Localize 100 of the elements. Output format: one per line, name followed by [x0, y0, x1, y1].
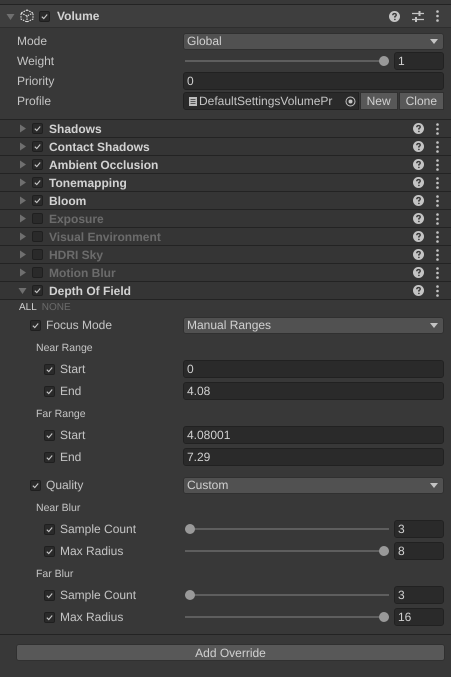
more-icon[interactable] — [436, 176, 439, 188]
field-label: Sample Count — [60, 588, 136, 602]
asset-icon — [189, 96, 197, 106]
override-title: Shadows — [49, 122, 102, 136]
checkbox[interactable] — [39, 10, 50, 22]
more-icon[interactable] — [436, 122, 439, 134]
help-icon[interactable] — [413, 195, 424, 206]
help-icon[interactable] — [413, 141, 424, 152]
property-label: Mode — [17, 34, 48, 48]
number-field[interactable]: 3 — [394, 520, 444, 538]
slider-thumb[interactable] — [185, 590, 195, 600]
field-label: Quality — [46, 478, 84, 492]
help-icon[interactable] — [413, 159, 424, 170]
number-field[interactable]: 7.29 — [183, 448, 444, 466]
number-field[interactable]: 1 — [394, 52, 444, 70]
object-picker-icon[interactable] — [344, 96, 356, 106]
checkbox[interactable] — [44, 452, 55, 462]
override-title: Contact Shadows — [49, 140, 150, 154]
help-icon[interactable] — [413, 123, 424, 134]
checkbox[interactable] — [32, 159, 43, 170]
component-header[interactable]: Volume — [0, 5, 451, 28]
more-icon[interactable] — [436, 284, 439, 296]
checkbox[interactable] — [32, 177, 43, 188]
profile-button[interactable]: Clone — [398, 92, 444, 110]
property-label: Priority — [17, 74, 56, 88]
checkbox[interactable] — [32, 285, 43, 296]
field-label: End — [60, 384, 82, 398]
all-toggle[interactable]: ALL — [19, 302, 37, 312]
group-label: Far Blur — [35, 567, 74, 582]
cube-icon — [20, 9, 34, 23]
number-field[interactable]: 8 — [394, 542, 444, 560]
help-icon[interactable] — [413, 177, 424, 188]
profile-button[interactable]: New — [360, 92, 398, 110]
field-label: Start — [60, 362, 86, 376]
number-field[interactable]: 4.08 — [183, 382, 444, 400]
property-label: Profile — [17, 94, 52, 108]
dropdown[interactable]: Custom — [183, 476, 444, 494]
field-label: Max Radius — [60, 610, 124, 624]
checkbox[interactable] — [44, 612, 55, 622]
checkbox[interactable] — [44, 430, 55, 440]
override-header[interactable]: Shadows — [0, 120, 451, 138]
help-icon[interactable] — [413, 231, 424, 242]
override-title: Tonemapping — [49, 176, 127, 190]
number-field[interactable]: 0 — [183, 360, 444, 378]
slider-thumb[interactable] — [185, 524, 195, 534]
more-icon[interactable] — [436, 10, 439, 22]
settings-icon[interactable] — [412, 10, 424, 22]
field-label: Start — [60, 428, 86, 442]
override-header[interactable]: Contact Shadows — [0, 138, 451, 156]
more-icon[interactable] — [436, 194, 439, 206]
more-icon[interactable] — [436, 140, 439, 152]
number-field[interactable]: 3 — [394, 586, 444, 604]
override-title: Ambient Occlusion — [49, 158, 158, 172]
checkbox[interactable] — [30, 480, 41, 490]
override-header[interactable]: Ambient Occlusion — [0, 156, 451, 174]
object-field[interactable]: DefaultSettingsVolumePr — [183, 92, 359, 110]
dropdown-arrow-icon — [430, 38, 438, 44]
field-label: End — [60, 450, 82, 464]
field-label: Max Radius — [60, 544, 124, 558]
number-field[interactable]: 0 — [183, 72, 444, 90]
property-label: Weight — [17, 54, 56, 68]
help-icon[interactable] — [413, 249, 424, 260]
checkbox[interactable] — [44, 590, 55, 600]
more-icon[interactable] — [436, 158, 439, 170]
checkbox[interactable] — [44, 386, 55, 396]
group-label: Far Range — [35, 407, 87, 422]
more-icon[interactable] — [436, 230, 439, 242]
help-icon[interactable] — [413, 213, 424, 224]
checkbox[interactable] — [32, 195, 43, 206]
dropdown-arrow-icon — [430, 322, 438, 328]
checkbox[interactable] — [44, 364, 55, 374]
more-icon[interactable] — [436, 266, 439, 278]
checkbox[interactable] — [32, 123, 43, 134]
override-header[interactable]: Tonemapping — [0, 174, 451, 192]
help-icon[interactable] — [413, 267, 424, 278]
slider-thumb[interactable] — [379, 612, 389, 622]
number-field[interactable]: 16 — [394, 608, 444, 626]
group-label: Near Blur — [35, 501, 82, 516]
slider-thumb[interactable] — [379, 546, 389, 556]
group-label: Near Range — [35, 341, 94, 356]
help-icon[interactable] — [413, 285, 424, 296]
expand-arrow-icon[interactable] — [18, 286, 27, 295]
component-title: Volume — [57, 9, 100, 23]
override-header[interactable]: Depth Of Field — [0, 282, 451, 300]
dropdown[interactable]: Global — [183, 32, 444, 50]
override-header[interactable]: Bloom — [0, 192, 451, 210]
field-label: Sample Count — [60, 522, 136, 536]
more-icon[interactable] — [436, 212, 439, 224]
help-icon[interactable] — [389, 10, 400, 22]
slider-thumb[interactable] — [379, 56, 389, 66]
checkbox[interactable] — [44, 524, 55, 534]
override-title: Depth Of Field — [49, 284, 131, 298]
checkbox[interactable] — [44, 546, 55, 556]
dropdown-arrow-icon — [430, 482, 438, 488]
checkbox[interactable] — [30, 320, 41, 330]
number-field[interactable]: 4.08001 — [183, 426, 444, 444]
more-icon[interactable] — [436, 248, 439, 260]
checkbox[interactable] — [32, 141, 43, 152]
dropdown[interactable]: Manual Ranges — [183, 316, 444, 334]
add-override-button[interactable]: Add Override — [16, 644, 445, 661]
